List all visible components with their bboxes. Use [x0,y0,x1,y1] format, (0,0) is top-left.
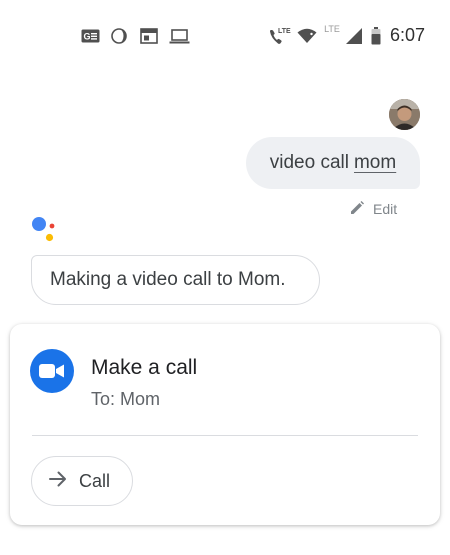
user-avatar[interactable] [389,99,420,130]
wifi-icon [296,26,318,46]
moon-icon [110,26,128,46]
assistant-reply-text: Making a video call to Mom. [50,269,286,290]
card-divider [32,435,418,436]
call-button[interactable]: Call [31,456,133,506]
svg-text:G: G [83,32,90,42]
battery-icon [370,26,382,46]
assistant-screen: G LTE LTE 6:07 video call mom Edit Makin… [0,0,450,555]
laptop-icon [168,26,190,46]
volte-call-icon: LTE [268,26,292,46]
query-text: video call [269,152,349,173]
assistant-reply-bubble: Making a video call to Mom. [31,255,320,305]
status-bar: G LTE LTE 6:07 [0,0,450,72]
card-title: Make a call [91,356,198,379]
make-call-card[interactable]: Make a call To: Mom Call [10,324,440,525]
call-button-label: Call [79,470,111,491]
arrow-right-icon [49,471,67,492]
pencil-icon [350,200,364,218]
cell-signal-icon [345,26,363,46]
edit-query-button[interactable]: Edit [350,200,397,218]
assistant-logo-icon [31,215,61,245]
calendar-icon [139,26,159,46]
query-contact-word[interactable]: mom [354,152,396,174]
card-subtitle: To: Mom [91,389,161,409]
user-query-bubble: video call mom [246,137,420,189]
news-icon: G [80,26,100,46]
video-camera-icon [30,349,74,393]
status-time: 6:07 [390,25,426,45]
svg-text:LTE: LTE [278,28,291,35]
lte-label: LTE [324,24,340,34]
edit-label: Edit [373,201,398,217]
